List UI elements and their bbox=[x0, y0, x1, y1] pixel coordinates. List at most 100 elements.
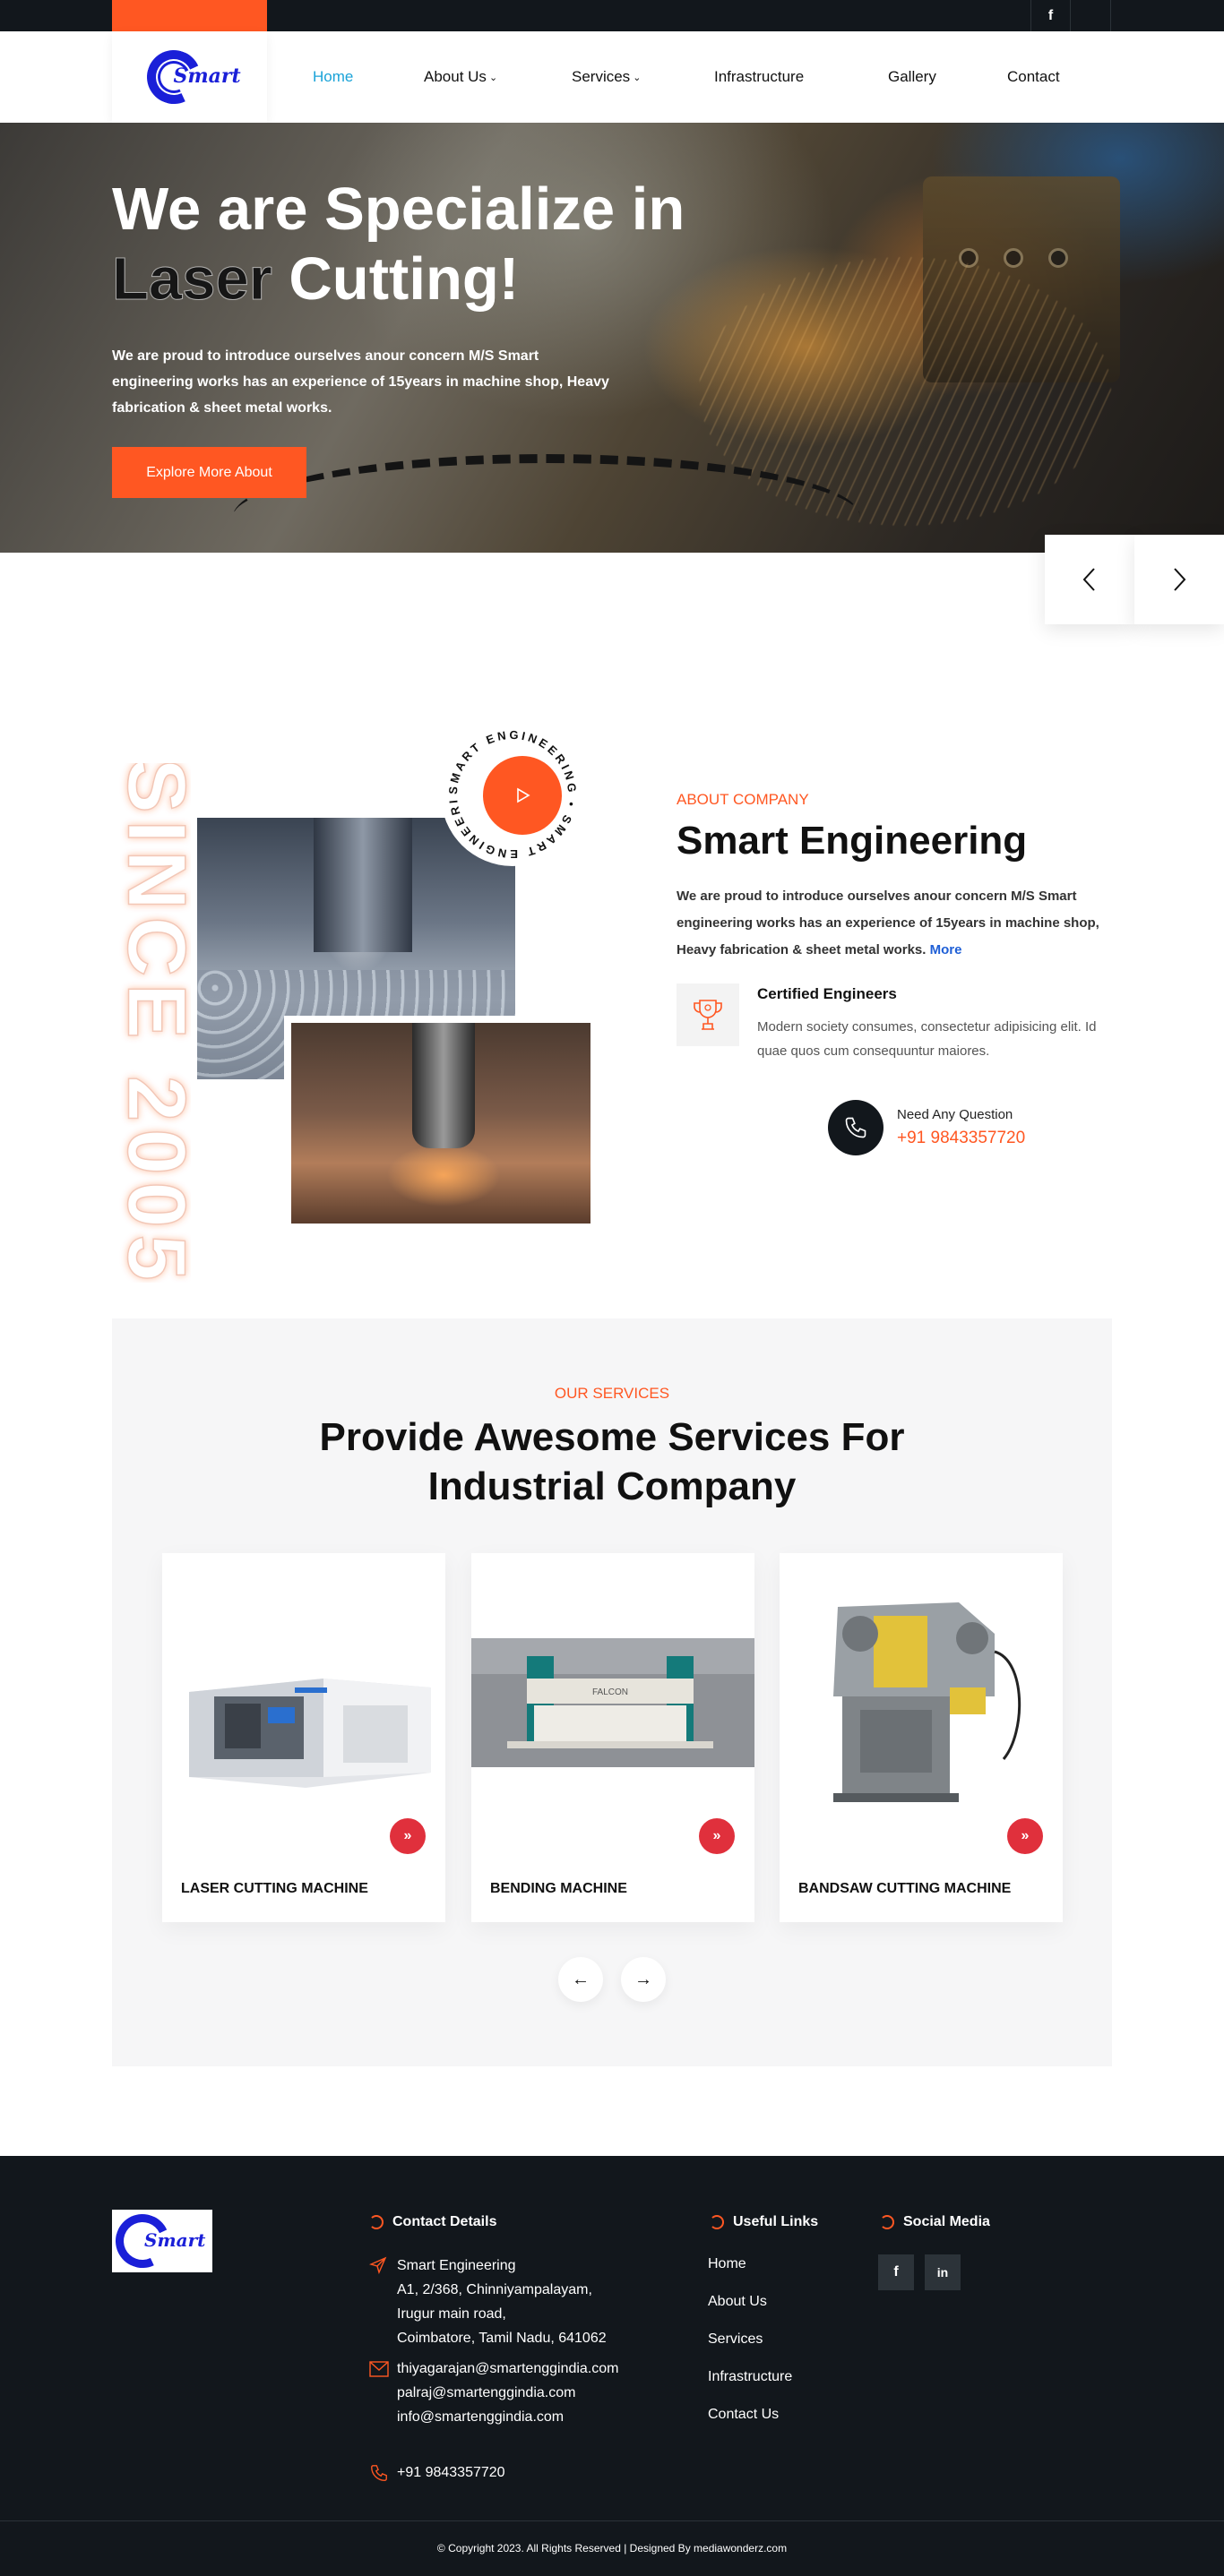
footer-address: Smart Engineering A1, 2/368, Chinniyampa… bbox=[397, 2254, 607, 2350]
services-section: OUR SERVICES Provide Awesome Services Fo… bbox=[112, 1318, 1112, 2066]
top-accent-tab bbox=[112, 0, 267, 31]
nav-contact-label: Contact bbox=[1007, 68, 1060, 85]
services-title: Provide Awesome Services For Industrial … bbox=[112, 1413, 1112, 1511]
hero-title-line1: We are Specialize in bbox=[112, 176, 685, 243]
logo[interactable]: Smart bbox=[112, 31, 267, 123]
nav-about[interactable]: About Us ⌄ bbox=[424, 31, 497, 123]
more-link[interactable]: More bbox=[930, 942, 962, 957]
service-card-bending[interactable]: FALCON » BENDING MACHINE bbox=[471, 1553, 754, 1922]
footer-email-link[interactable]: palraj@smartenggindia.com bbox=[397, 2381, 618, 2405]
mail-icon bbox=[369, 2361, 389, 2382]
nav-home[interactable]: Home bbox=[313, 31, 353, 123]
footer-address-line3: Coimbatore, Tamil Nadu, 641062 bbox=[397, 2331, 607, 2346]
double-chevron-right-icon[interactable]: » bbox=[1007, 1818, 1043, 1854]
service-card-title: LASER CUTTING MACHINE bbox=[181, 1881, 368, 1896]
play-icon bbox=[517, 787, 530, 803]
ring-icon bbox=[710, 2215, 724, 2229]
svg-text:FALCON: FALCON bbox=[592, 1687, 628, 1697]
linkedin-icon[interactable]: in bbox=[925, 2254, 961, 2290]
hero-title-light-word: Cutting! bbox=[289, 245, 520, 313]
chevron-down-icon: ⌄ bbox=[488, 72, 498, 83]
nav-gallery[interactable]: Gallery bbox=[888, 31, 936, 123]
services-tag: OUR SERVICES bbox=[554, 1385, 670, 1402]
links-heading: Useful Links bbox=[710, 2214, 818, 2230]
footer-divider bbox=[0, 2520, 1224, 2521]
about-description: We are proud to introduce ourselves anou… bbox=[677, 883, 1116, 964]
arrow-right-icon: → bbox=[634, 1969, 652, 1989]
arrow-left-icon: ← bbox=[572, 1969, 590, 1989]
nav-gallery-label: Gallery bbox=[888, 68, 936, 85]
services-next-button[interactable]: → bbox=[621, 1957, 666, 2002]
top-bar: f bbox=[0, 0, 1224, 31]
double-chevron-right-icon[interactable]: » bbox=[390, 1818, 426, 1854]
footer-email-link[interactable]: info@smartenggindia.com bbox=[397, 2405, 618, 2429]
nav-services[interactable]: Services ⌄ bbox=[572, 31, 641, 123]
facebook-icon[interactable]: f bbox=[878, 2254, 914, 2290]
hero-banner: We are Specialize in Laser Cutting! We a… bbox=[0, 123, 1224, 553]
footer-logo-text: Smart bbox=[144, 2229, 206, 2251]
chevron-left-icon bbox=[1082, 568, 1095, 591]
bending-machine-image: FALCON bbox=[471, 1553, 754, 1835]
hero-title-dark-word: Laser bbox=[112, 245, 273, 313]
footer-logo[interactable]: Smart bbox=[108, 2206, 212, 2276]
nav-services-label: Services bbox=[572, 68, 631, 85]
service-card-title: BENDING MACHINE bbox=[490, 1881, 627, 1896]
contact-heading: Contact Details bbox=[369, 2214, 496, 2230]
site-footer: Smart Contact Details Smart Engineering … bbox=[0, 2156, 1224, 2576]
footer-link-about[interactable]: About Us bbox=[708, 2294, 767, 2310]
footer-phone[interactable]: +91 9843357720 bbox=[397, 2460, 505, 2485]
services-title-line2: Industrial Company bbox=[427, 1464, 797, 1508]
nav-infrastructure[interactable]: Infrastructure bbox=[714, 31, 804, 123]
phone-number-link[interactable]: +91 9843357720 bbox=[897, 1129, 1025, 1148]
contact-heading-label: Contact Details bbox=[392, 2214, 497, 2229]
facebook-icon[interactable]: f bbox=[1030, 0, 1070, 31]
chevron-right-icon bbox=[1174, 568, 1186, 591]
links-heading-label: Useful Links bbox=[733, 2214, 819, 2229]
svg-text:SINCE 2005: SINCE 2005 bbox=[111, 763, 191, 1283]
explore-more-button[interactable]: Explore More About bbox=[112, 447, 306, 498]
footer-emails: thiyagarajan@smartenggindia.com palraj@s… bbox=[397, 2357, 618, 2429]
site-header: Smart Home About Us ⌄ Services ⌄ Infrastru… bbox=[0, 31, 1224, 123]
top-social-slot bbox=[1070, 0, 1111, 31]
service-card-laser[interactable]: » LASER CUTTING MACHINE bbox=[162, 1553, 445, 1922]
service-card-title: BANDSAW CUTTING MACHINE bbox=[798, 1881, 1012, 1896]
laser-machine-image bbox=[162, 1553, 445, 1835]
hero-description: We are proud to introduce ourselves anou… bbox=[112, 348, 609, 416]
need-question-label: Need Any Question bbox=[897, 1107, 1013, 1122]
social-heading-label: Social Media bbox=[903, 2214, 990, 2229]
bandsaw-machine-image bbox=[780, 1553, 1063, 1835]
footer-company: Smart Engineering bbox=[397, 2258, 516, 2273]
copyright: © Copyright 2023. All Rights Reserved | … bbox=[436, 2542, 788, 2555]
service-card-bandsaw[interactable]: » BANDSAW CUTTING MACHINE bbox=[780, 1553, 1063, 1922]
about-title: Smart Engineering bbox=[677, 819, 1028, 863]
hero-next-button[interactable] bbox=[1134, 535, 1224, 624]
footer-link-services[interactable]: Services bbox=[708, 2331, 763, 2348]
footer-link-infrastructure[interactable]: Infrastructure bbox=[708, 2369, 792, 2385]
since-watermark: SINCE 2005 bbox=[110, 758, 203, 1289]
hero-prev-button[interactable] bbox=[1045, 535, 1134, 624]
social-heading: Social Media bbox=[880, 2214, 990, 2230]
ring-icon bbox=[369, 2215, 384, 2229]
send-icon bbox=[368, 2256, 387, 2279]
play-video-button[interactable] bbox=[483, 756, 562, 835]
double-chevron-right-icon[interactable]: » bbox=[699, 1818, 735, 1854]
footer-link-home[interactable]: Home bbox=[708, 2256, 746, 2272]
nav-home-label: Home bbox=[313, 68, 354, 85]
trophy-icon bbox=[677, 983, 739, 1046]
footer-link-contact[interactable]: Contact Us bbox=[708, 2407, 779, 2423]
cert-description: Modern society consumes, consectetur adi… bbox=[757, 1019, 1097, 1059]
footer-email-link[interactable]: thiyagarajan@smartenggindia.com bbox=[397, 2357, 618, 2381]
footer-address-line1: A1, 2/368, Chinniyampalayam, bbox=[397, 2282, 592, 2297]
services-title-line1: Provide Awesome Services For bbox=[319, 1415, 905, 1459]
nav-infrastructure-label: Infrastructure bbox=[714, 68, 805, 85]
hero-title: We are Specialize in Laser Cutting! bbox=[112, 175, 829, 314]
about-description-text: We are proud to introduce ourselves anou… bbox=[677, 889, 1099, 957]
phone-icon bbox=[369, 2463, 389, 2487]
services-prev-button[interactable]: ← bbox=[558, 1957, 603, 2002]
chevron-down-icon: ⌄ bbox=[633, 72, 642, 83]
footer-address-line2: Irugur main road, bbox=[397, 2306, 506, 2322]
phone-icon[interactable] bbox=[828, 1100, 884, 1155]
logo-text: Smart bbox=[173, 64, 241, 88]
nav-contact[interactable]: Contact bbox=[1007, 31, 1060, 123]
ring-icon bbox=[880, 2215, 894, 2229]
